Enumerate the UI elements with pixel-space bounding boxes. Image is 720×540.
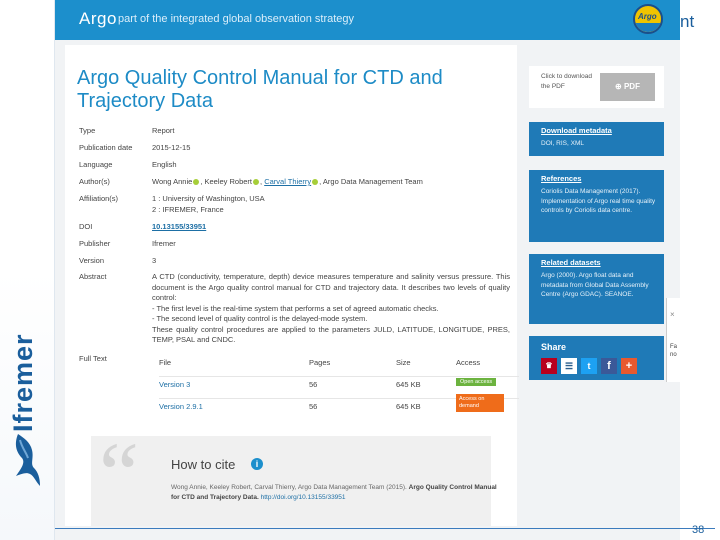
meta-label: Publisher [79, 239, 111, 248]
meta-value: 2015-12-15 [152, 143, 191, 152]
abstract-para: - The first level is the real-time syste… [152, 303, 439, 313]
site-header: Argo part of the integrated global obser… [55, 0, 680, 40]
references-title: References [541, 174, 582, 183]
abstract-text: A CTD (conductivity, temperature, depth)… [152, 272, 510, 346]
column-header: Size [396, 358, 411, 367]
orcid-icon[interactable] [253, 179, 260, 186]
file-link[interactable]: Version 2.9.1 [159, 402, 203, 411]
side-widget-text: Fa no [670, 344, 678, 358]
plus-icon[interactable]: + [621, 358, 637, 374]
pdf-download-button[interactable]: ⊕ PDF [600, 73, 655, 101]
info-icon[interactable]: i [251, 458, 263, 470]
author-list: Wong Annie, Keeley Robert, Carval Thierr… [152, 177, 423, 186]
meta-label: DOI [79, 222, 93, 231]
open-access-badge[interactable]: Open access [456, 378, 497, 386]
size-cell: 645 KB [396, 380, 421, 389]
meta-label: Full Text [79, 354, 107, 363]
close-icon[interactable]: × [670, 310, 675, 319]
meta-value: 3 [152, 256, 157, 265]
citation-text: Wong Annie, Keeley Robert, Carval Thierr… [171, 483, 501, 502]
download-metadata-formats[interactable]: DOI, RIS, XML [541, 139, 657, 149]
download-metadata-box: Download metadata DOI, RIS, XML [529, 122, 664, 156]
ifremer-logo-text: Ifremer [8, 333, 38, 432]
share-box: Share ♛ ☰ t f + [529, 336, 664, 380]
twitter-icon[interactable]: t [581, 358, 597, 374]
site-tagline: part of the integrated global observatio… [118, 13, 355, 25]
cite-panel [91, 436, 491, 526]
table-header-row: File Pages Size Access [159, 354, 519, 377]
abstract-para: - The second level of quality control is… [152, 314, 368, 323]
author-link[interactable]: Argo Data Management Team [323, 177, 423, 186]
argo-page-screenshot: Argo part of the integrated global obser… [55, 0, 680, 540]
argo-badge-text: Argo [638, 12, 657, 21]
mendeley-icon[interactable]: ♛ [541, 358, 557, 374]
column-header: Access [456, 358, 481, 367]
share-title: Share [541, 342, 567, 352]
table-row: Version 2.9.1 56 645 KB Access on demand [159, 394, 519, 420]
orcid-icon[interactable] [193, 179, 200, 186]
orcid-icon[interactable] [312, 179, 319, 186]
meta-value: 10.13155/33951 [152, 222, 510, 233]
download-metadata-title[interactable]: Download metadata [541, 126, 612, 135]
related-datasets-title: Related datasets [541, 258, 601, 267]
menu-icon[interactable]: ☰ [561, 358, 577, 374]
slide-bottom-rule [55, 528, 715, 529]
meta-label: Publication date [79, 143, 133, 152]
size-cell: 645 KB [396, 402, 421, 411]
column-header: File [159, 358, 172, 367]
related-datasets-body[interactable]: Argo (2000). Argo float data and metadat… [541, 271, 657, 300]
references-body[interactable]: Coriolis Data Management (2017). Impleme… [541, 187, 657, 216]
abstract-para: These quality control procedures are app… [152, 324, 510, 345]
argo-badge-logo[interactable]: Argo [633, 4, 663, 34]
pdf-download-text: Click to download the PDF [541, 73, 592, 90]
abstract-para: A CTD (conductivity, temperature, depth)… [152, 272, 510, 302]
meta-label: Affiliation(s) [79, 194, 119, 203]
affiliation-2: 2 : IFREMER, France [152, 204, 224, 214]
author-link[interactable]: Keeley Robert [204, 177, 252, 186]
pages-cell: 56 [309, 402, 318, 411]
argo-badge-wave [635, 23, 661, 32]
citation-url[interactable]: http://doi.org/10.13155/33951 [261, 494, 346, 501]
meta-value: 1 : University of Washington, USA 2 : IF… [152, 194, 510, 215]
references-box: References Coriolis Data Management (201… [529, 170, 664, 242]
related-datasets-box: Related datasets Argo (2000). Argo float… [529, 254, 664, 324]
affiliation-1: 1 : University of Washington, USA [152, 194, 265, 203]
feedback-side-widget[interactable]: × Fa no [666, 298, 680, 382]
meta-label: Type [79, 126, 96, 135]
column-header: Pages [309, 358, 331, 367]
citation-authors: Wong Annie, Keeley Robert, Carval Thierr… [171, 484, 407, 491]
pages-cell: 56 [309, 380, 318, 389]
author-link[interactable]: Wong Annie [152, 177, 192, 186]
author-link[interactable]: Carval Thierry [264, 177, 311, 186]
meta-value: Report [152, 126, 175, 135]
meta-label: Author(s) [79, 177, 110, 186]
meta-label: Abstract [79, 272, 107, 281]
doi-link[interactable]: 10.13155/33951 [152, 222, 206, 231]
meta-value: Ifremer [152, 239, 176, 248]
facebook-icon[interactable]: f [601, 358, 617, 374]
meta-value: English [152, 160, 177, 169]
access-on-demand-badge[interactable]: Access on demand [456, 394, 504, 412]
quote-icon: “ [99, 425, 139, 524]
slide-page-number: 38 [692, 524, 705, 536]
meta-label: Language [79, 160, 113, 169]
site-logo[interactable]: Argo [79, 9, 117, 29]
ifremer-logo-icon [15, 434, 40, 486]
file-link[interactable]: Version 3 [159, 380, 190, 389]
meta-label: Version [79, 256, 105, 265]
cite-title: How to cite [171, 457, 236, 472]
slide-title-fragment: nt [680, 12, 695, 31]
page-title: Argo Quality Control Manual for CTD and … [77, 67, 443, 112]
pdf-download-box: Click to download the PDF ⊕ PDF [529, 66, 664, 108]
